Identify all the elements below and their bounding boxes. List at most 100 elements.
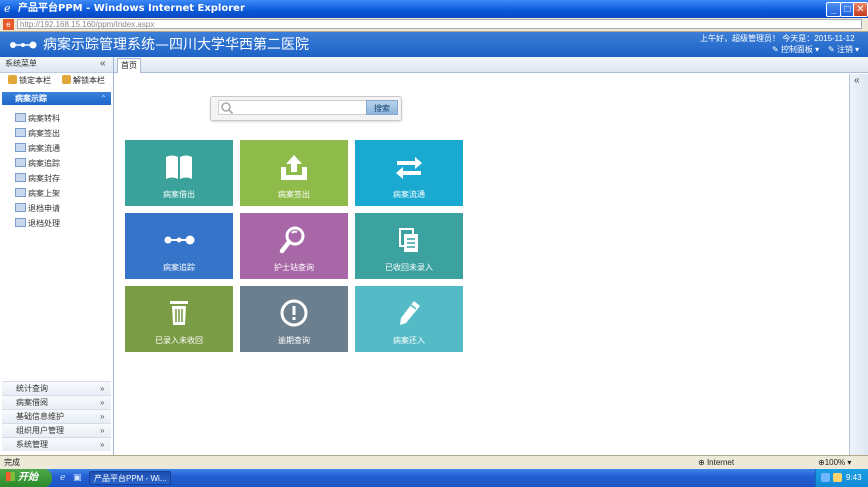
item-icon bbox=[15, 203, 26, 212]
chevron-double-down-icon: » bbox=[100, 384, 105, 393]
tile-track[interactable]: 病案追踪 bbox=[125, 213, 233, 279]
accordion-label: 统计查询 bbox=[16, 384, 48, 393]
tile-sign-out[interactable]: 病案签出 bbox=[240, 140, 348, 206]
logo-icon bbox=[10, 41, 37, 49]
tile-circulation[interactable]: 病案流通 bbox=[355, 140, 463, 206]
unlock-sidebar-button[interactable]: 解锁本栏 bbox=[62, 74, 105, 88]
sidebar-title: 系统菜单 bbox=[5, 59, 37, 68]
control-panel-label: 控制面板 bbox=[780, 45, 813, 54]
accordion-row[interactable]: 病案借阅 » bbox=[2, 395, 111, 409]
zoom-control[interactable]: ⊕100% ▾ bbox=[818, 457, 851, 468]
accordion-row[interactable]: 组织用户管理 » bbox=[2, 423, 111, 437]
tile-recovered-not-entered[interactable]: 已收回未录入 bbox=[355, 213, 463, 279]
tile-label: 护士站查询 bbox=[274, 263, 314, 272]
pencil-icon bbox=[400, 301, 420, 325]
chevron-double-down-icon: » bbox=[100, 440, 105, 449]
quicklaunch-ie-icon[interactable]: ℯ bbox=[60, 472, 70, 483]
item-icon bbox=[15, 188, 26, 197]
search-input[interactable] bbox=[218, 100, 368, 115]
sidebar-header: 系统菜单 « bbox=[0, 57, 113, 73]
network-icon[interactable] bbox=[821, 473, 830, 482]
clock: 9:43 bbox=[846, 473, 862, 482]
window-title-bar: ℯ 产品平台PPM - Windows Internet Explorer _ … bbox=[0, 0, 868, 18]
control-panel-menu[interactable]: ✎ 控制面板 ▾ bbox=[772, 45, 819, 55]
sidebar-section-active[interactable]: 病案示踪 ⌃ bbox=[2, 92, 111, 105]
sidebar: 系统菜单 « 锁定本栏 解锁本栏 病案示踪 ⌃ 病案转科 病案签出 病案流通 病… bbox=[0, 57, 114, 455]
app-title: 病案示踪管理系统—四川大学华西第二医院 bbox=[43, 37, 309, 53]
tile-nurse-query[interactable]: 护士站查询 bbox=[240, 213, 348, 279]
tile-label: 已录入未收回 bbox=[155, 336, 203, 345]
documents-icon bbox=[399, 228, 418, 252]
search-button[interactable]: 搜索 bbox=[366, 100, 398, 115]
item-icon bbox=[15, 143, 26, 152]
page-favicon-icon: e bbox=[3, 19, 14, 30]
start-button[interactable]: 开始 bbox=[0, 469, 52, 487]
chevron-up-icon: ⌃ bbox=[100, 94, 107, 103]
accordion-row[interactable]: 统计查询 » bbox=[2, 381, 111, 395]
accordion-row[interactable]: 基础信息维护 » bbox=[2, 409, 111, 423]
item-icon bbox=[15, 158, 26, 167]
collapse-sidebar-icon[interactable]: « bbox=[100, 58, 106, 70]
tab-bar bbox=[114, 57, 868, 73]
tile-label: 病案借出 bbox=[163, 190, 195, 199]
app-header: 病案示踪管理系统—四川大学华西第二医院 上午好，超级管理员！ 今天是：2015-… bbox=[0, 32, 868, 57]
chevron-down-icon: ▾ bbox=[855, 45, 860, 54]
expand-right-panel-icon[interactable]: « bbox=[854, 76, 860, 86]
ie-icon: ℯ bbox=[4, 3, 11, 15]
sidebar-item-label: 病案封存 bbox=[28, 174, 60, 183]
tab-home[interactable]: 首页 bbox=[117, 58, 141, 73]
tile-entered-not-recovered[interactable]: 已录入未收回 bbox=[125, 286, 233, 352]
minimize-button[interactable]: _ bbox=[826, 2, 841, 17]
lock-sidebar-button[interactable]: 锁定本栏 bbox=[8, 74, 51, 88]
windows-logo-icon bbox=[6, 472, 15, 481]
item-icon bbox=[15, 218, 26, 227]
logout-menu[interactable]: ✎ 注销 ▾ bbox=[828, 45, 859, 55]
sidebar-item-label: 退档申请 bbox=[28, 204, 60, 213]
sidebar-item-label: 病案转科 bbox=[28, 114, 60, 123]
taskbar: 开始 ℯ ▣ 产品平台PPM - Wi... 9:43 bbox=[0, 469, 868, 487]
trash-icon bbox=[170, 301, 188, 325]
quicklaunch-desktop-icon[interactable]: ▣ bbox=[73, 472, 83, 483]
sidebar-item[interactable]: 病案封存 bbox=[15, 173, 60, 185]
accordion-label: 病案借阅 bbox=[16, 398, 48, 407]
status-text: 完成 bbox=[4, 458, 20, 467]
tile-overdue-query[interactable]: 逾期查询 bbox=[240, 286, 348, 352]
sidebar-item[interactable]: 退档处理 bbox=[15, 218, 60, 230]
accordion-label: 系统管理 bbox=[16, 440, 48, 449]
wrench-icon: ✎ bbox=[828, 45, 835, 54]
sidebar-item[interactable]: 病案上架 bbox=[15, 188, 60, 200]
sidebar-item-label: 退档处理 bbox=[28, 219, 60, 228]
volume-icon[interactable] bbox=[833, 473, 842, 482]
start-label: 开始 bbox=[18, 472, 38, 483]
sidebar-item[interactable]: 病案签出 bbox=[15, 128, 60, 140]
magnifier-icon bbox=[279, 226, 305, 254]
chevron-double-down-icon: » bbox=[100, 426, 105, 435]
tile-borrow[interactable]: 病案借出 bbox=[125, 140, 233, 206]
address-input[interactable]: http://192.168.15.160/ppm/Index.aspx bbox=[17, 19, 862, 29]
accordion-row[interactable]: 系统管理 » bbox=[2, 437, 111, 451]
tile-label: 逾期查询 bbox=[278, 336, 310, 345]
tile-return[interactable]: 病案还入 bbox=[355, 286, 463, 352]
item-icon bbox=[15, 128, 26, 137]
lock-icon bbox=[8, 75, 17, 84]
chevron-down-icon: ▾ bbox=[815, 45, 820, 54]
sidebar-item[interactable]: 退档申请 bbox=[15, 203, 60, 215]
taskbar-window-label: 产品平台PPM - Wi... bbox=[94, 474, 167, 483]
swap-icon bbox=[396, 157, 422, 179]
sidebar-item-label: 病案签出 bbox=[28, 129, 60, 138]
sidebar-item-label: 病案追踪 bbox=[28, 159, 60, 168]
sidebar-item-label: 病案上架 bbox=[28, 189, 60, 198]
unlock-icon bbox=[62, 75, 71, 84]
tile-label: 病案还入 bbox=[393, 336, 425, 345]
item-icon bbox=[15, 113, 26, 122]
logout-label: 注销 bbox=[836, 45, 853, 54]
chevron-double-down-icon: » bbox=[100, 412, 105, 421]
sidebar-item[interactable]: 病案追踪 bbox=[15, 158, 60, 170]
sidebar-item[interactable]: 病案转科 bbox=[15, 113, 60, 125]
book-icon bbox=[166, 155, 192, 179]
wrench-icon: ✎ bbox=[772, 45, 779, 54]
sidebar-item[interactable]: 病案流通 bbox=[15, 143, 60, 155]
taskbar-window-button[interactable]: 产品平台PPM - Wi... bbox=[89, 471, 171, 485]
tile-label: 已收回未录入 bbox=[385, 263, 433, 272]
close-button[interactable]: ✕ bbox=[853, 2, 868, 17]
